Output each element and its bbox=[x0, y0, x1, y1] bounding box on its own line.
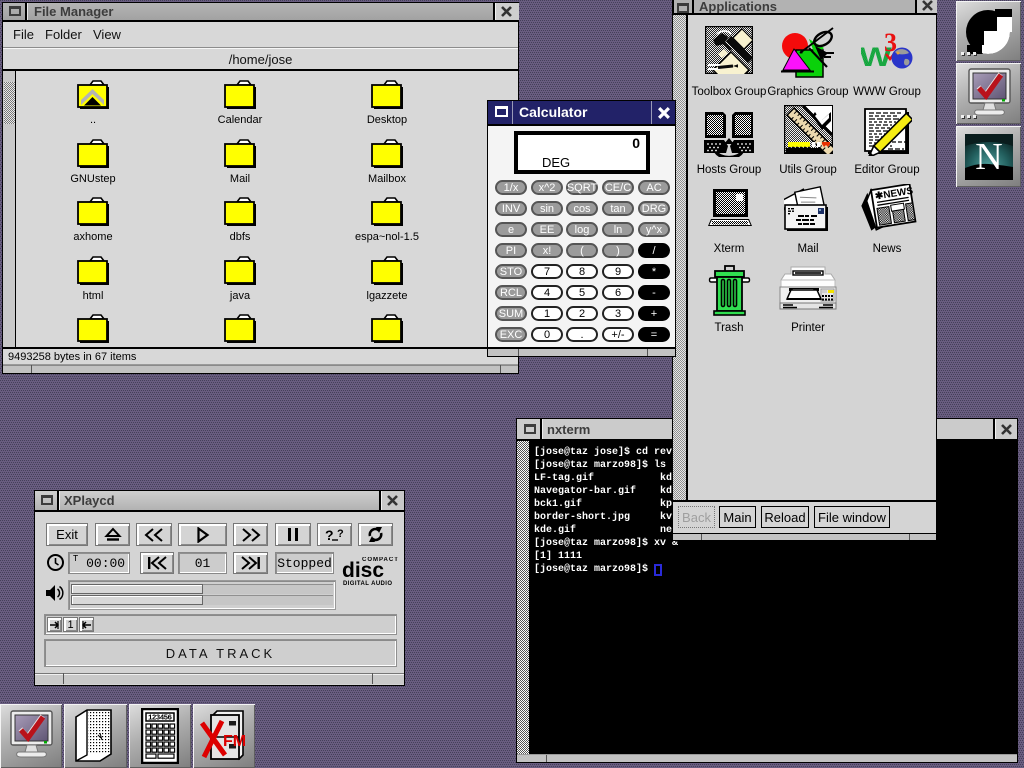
svg-text:FM: FM bbox=[223, 733, 246, 750]
svg-text:123456: 123456 bbox=[148, 715, 172, 723]
svg-text:?: ? bbox=[337, 528, 344, 540]
svg-text:N: N bbox=[975, 136, 1002, 178]
